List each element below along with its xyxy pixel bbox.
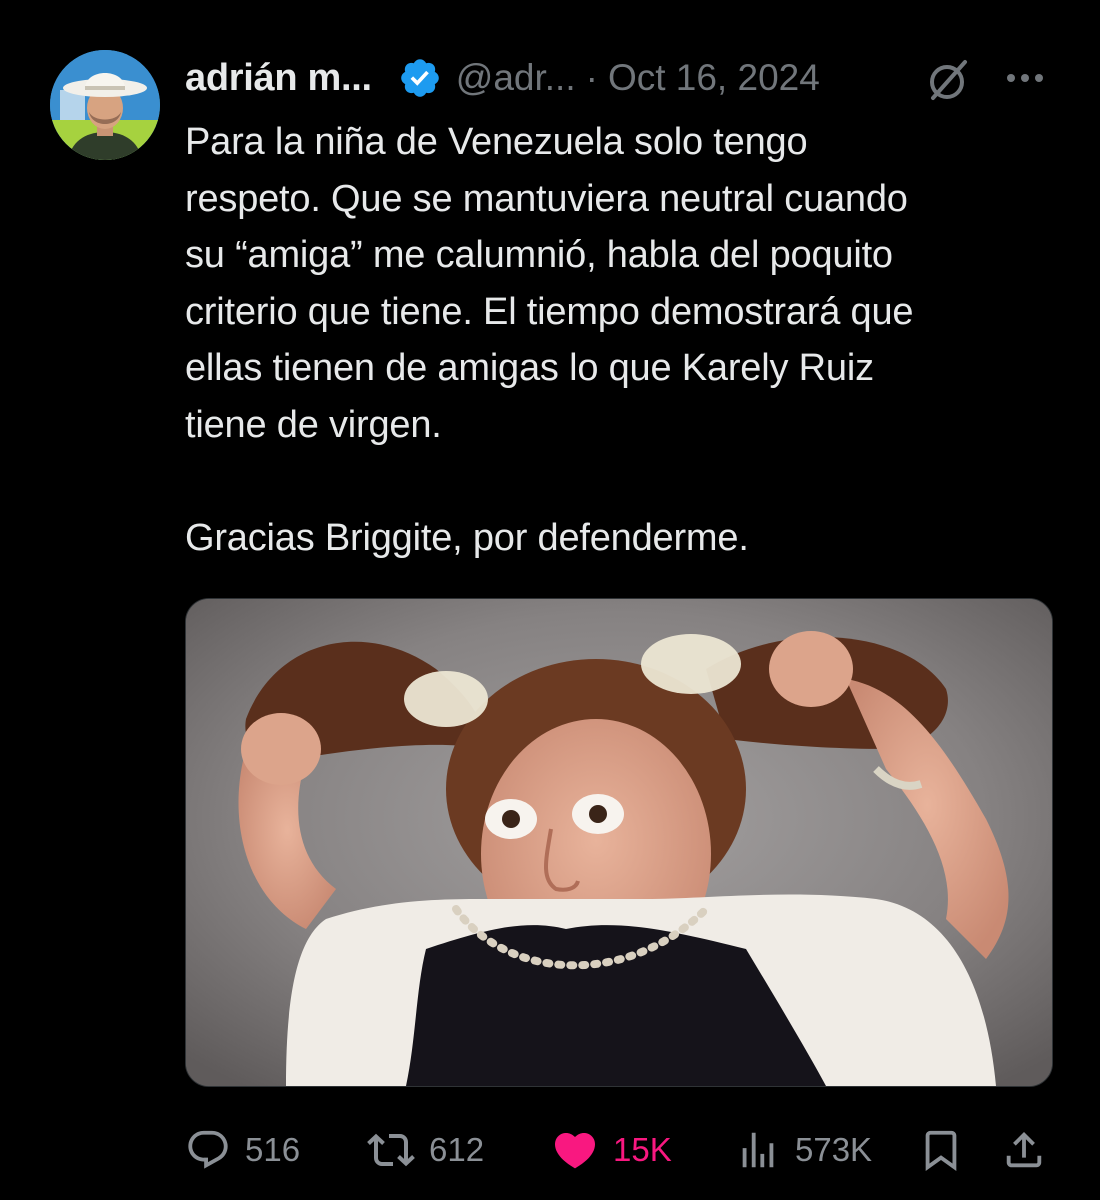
tweet-text: Para la niña de Venezuela solo tengo res… — [185, 114, 1065, 566]
tweet-header: adrián m... @adr... · Oct 16, 2024 — [185, 52, 820, 104]
views-icon — [735, 1127, 781, 1173]
avatar-image — [50, 50, 160, 160]
author-display-name[interactable]: adrián m... — [185, 57, 372, 100]
author-handle[interactable]: @adr... — [456, 57, 576, 99]
reply-icon — [185, 1127, 231, 1173]
author-avatar[interactable] — [50, 50, 160, 160]
grok-icon[interactable] — [923, 56, 971, 104]
views-button[interactable]: 573K — [735, 1120, 872, 1180]
repost-count: 612 — [429, 1131, 485, 1168]
like-button[interactable]: 15K — [551, 1120, 672, 1180]
tweet: adrián m... @adr... · Oct 16, 2024 Para … — [0, 0, 1100, 1200]
reply-count: 516 — [245, 1131, 301, 1168]
header-separator: · — [585, 57, 598, 98]
repost-button[interactable]: 612 — [367, 1120, 484, 1180]
like-count: 15K — [613, 1131, 672, 1168]
bookmark-icon — [918, 1127, 964, 1173]
verified-badge-icon — [398, 56, 442, 100]
views-count: 573K — [795, 1131, 873, 1168]
share-icon — [1001, 1127, 1047, 1173]
repost-icon — [367, 1126, 415, 1174]
tweet-paragraph-2: Gracias Briggite, por defenderme. — [185, 516, 749, 559]
bookmark-button[interactable] — [918, 1120, 964, 1180]
reply-button[interactable]: 516 — [185, 1120, 300, 1180]
tweet-paragraph-1: Para la niña de Venezuela solo tengo res… — [185, 121, 914, 446]
heart-icon — [551, 1126, 599, 1174]
tweet-media-image[interactable] — [185, 598, 1053, 1087]
more-dots-icon[interactable] — [1000, 58, 1050, 98]
tweet-actions: 516 612 15K 573K — [185, 1120, 1051, 1180]
tweet-date[interactable]: Oct 16, 2024 — [608, 57, 820, 99]
photo-illustration — [186, 599, 1052, 1086]
share-button[interactable] — [1001, 1120, 1047, 1180]
